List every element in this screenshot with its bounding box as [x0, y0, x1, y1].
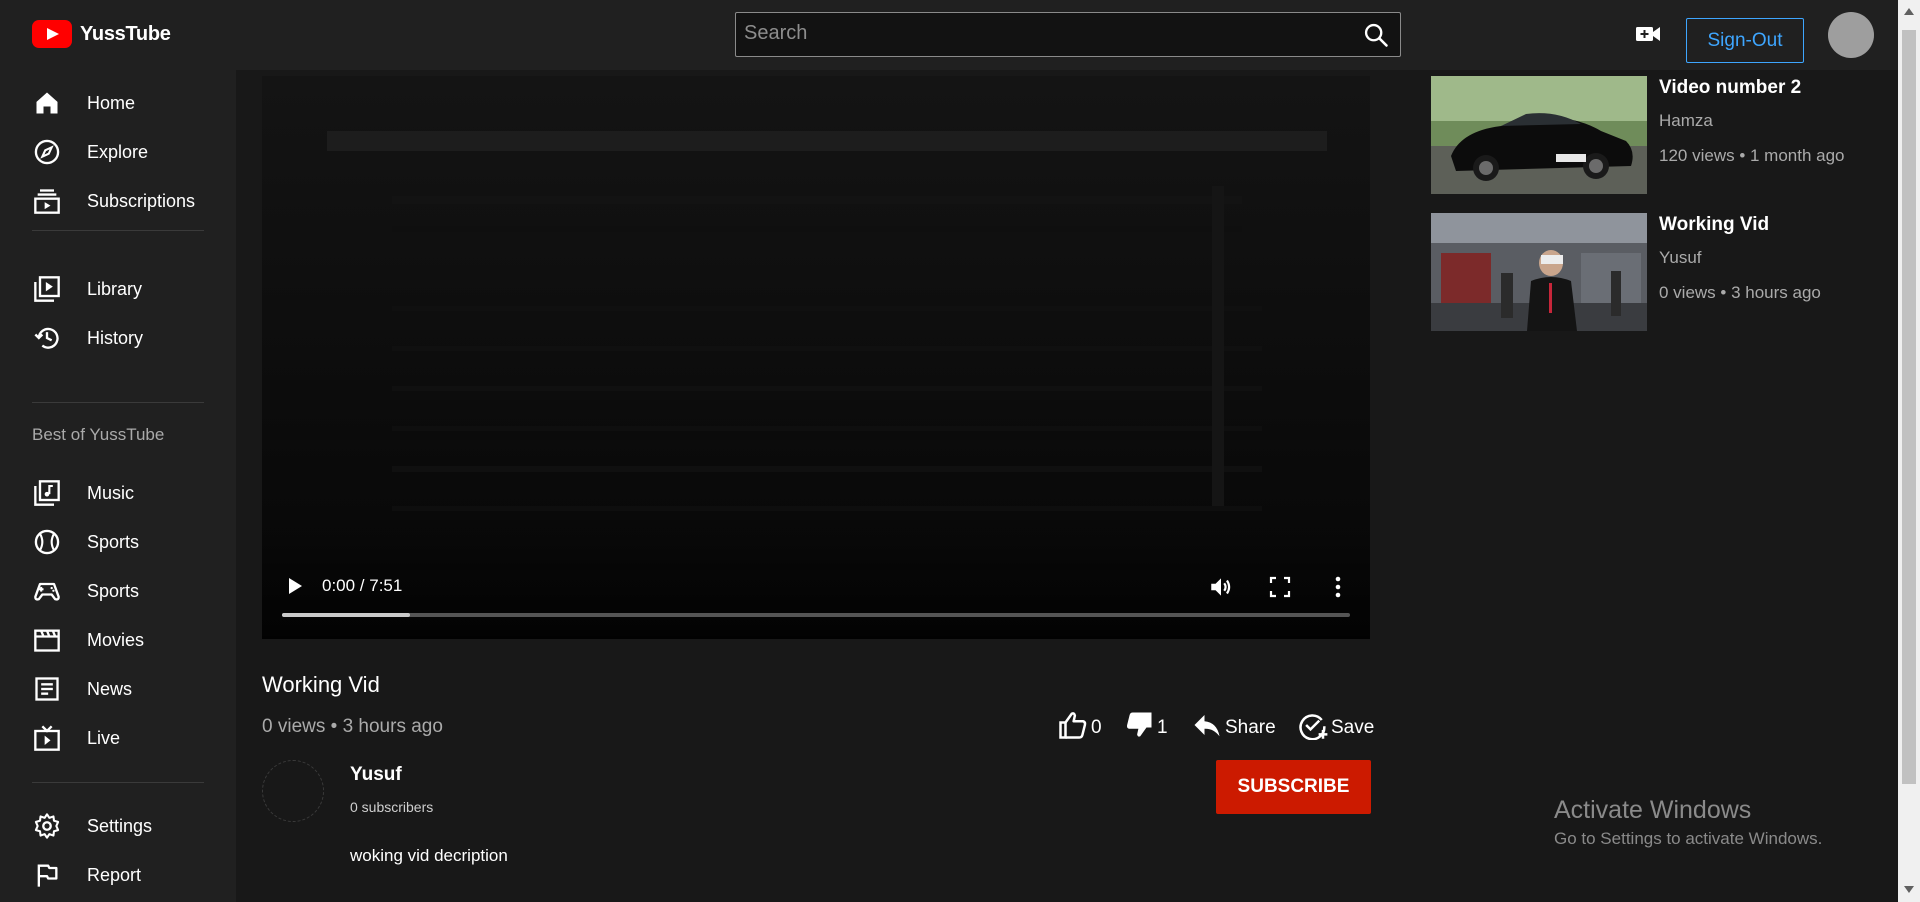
black-car-thumbnail[interactable] [1431, 76, 1647, 194]
sidebar-item-label: Home [87, 92, 136, 113]
like-count: 0 [1091, 717, 1102, 738]
sidebar-item-label: News [87, 678, 133, 699]
sidebar-item-label: Sports [87, 580, 140, 601]
thumbs-down-icon [1124, 710, 1154, 746]
sidebar-section-title: Best of YussTube [32, 425, 165, 444]
search-box [735, 12, 1401, 57]
sidebar-item-label: Report [87, 864, 142, 885]
progress-bar[interactable] [282, 613, 1350, 617]
sidebar-divider [32, 230, 204, 231]
search-input[interactable] [736, 13, 1332, 53]
share-button[interactable]: Share [1192, 710, 1276, 746]
sidebar-item-label: Live [87, 727, 121, 748]
channel-name[interactable]: Yusuf [350, 764, 402, 786]
sidebar-item-movies[interactable]: Movies [0, 618, 236, 662]
logo-text: YussTube [80, 22, 171, 45]
sidebar-divider [32, 402, 204, 403]
sidebar-item-music[interactable]: Music [0, 471, 236, 515]
top-bar: YussTube Sign-Out [0, 0, 1898, 70]
sidebar-item-label: Sports [87, 531, 140, 552]
player-controls: 0:00 / 7:51 [262, 529, 1370, 639]
sports-ball-icon [33, 528, 61, 556]
volume-icon[interactable] [1208, 574, 1234, 600]
sidebar: Home Explore Subscriptions Library Histo… [0, 70, 236, 902]
save-label: Save [1331, 717, 1375, 738]
library-icon [33, 275, 61, 303]
sidebar-item-history[interactable]: History [0, 316, 236, 360]
clapperboard-icon [33, 626, 61, 654]
sidebar-item-gaming[interactable]: Sports [0, 569, 236, 613]
dislike-button[interactable]: 1 [1124, 710, 1168, 746]
sidebar-item-label: Explore [87, 141, 149, 162]
vr-event-thumbnail[interactable] [1431, 213, 1647, 331]
recommendation-meta: 120 views • 1 month ago [1659, 146, 1845, 165]
recommendation-meta: 0 views • 3 hours ago [1659, 283, 1821, 302]
sidebar-item-label: History [87, 327, 144, 348]
sidebar-item-settings[interactable]: Settings [0, 804, 236, 848]
channel-avatar[interactable] [262, 760, 324, 822]
video-description: woking vid decription [350, 846, 508, 865]
sidebar-item-label: Music [87, 482, 135, 503]
scroll-up-arrow-icon[interactable] [1904, 8, 1914, 15]
home-icon [33, 89, 61, 117]
sidebar-item-report[interactable]: Report [0, 853, 236, 897]
subscribe-button[interactable]: SUBSCRIBE [1216, 760, 1371, 814]
sidebar-item-home[interactable]: Home [0, 81, 236, 125]
progress-fill [282, 613, 411, 617]
news-icon [33, 675, 61, 703]
fullscreen-icon[interactable] [1268, 575, 1292, 599]
logo[interactable]: YussTube [32, 20, 171, 48]
sidebar-item-label: Subscriptions [87, 190, 196, 211]
subscriber-count: 0 subscribers [350, 799, 434, 815]
sidebar-divider [32, 782, 204, 783]
sidebar-item-explore[interactable]: Explore [0, 130, 236, 174]
activate-windows-subtitle: Go to Settings to activate Windows. [1554, 829, 1823, 848]
video-title: Working Vid [262, 672, 380, 697]
dislike-count: 1 [1157, 717, 1168, 738]
sidebar-item-subscriptions[interactable]: Subscriptions [0, 179, 236, 223]
gamepad-icon [33, 577, 61, 605]
create-video-icon[interactable] [1634, 22, 1662, 46]
music-icon [33, 479, 61, 507]
recommendation-title[interactable]: Working Vid [1659, 214, 1769, 236]
search-icon[interactable] [1362, 21, 1390, 49]
play-icon[interactable] [284, 575, 306, 597]
share-icon [1192, 710, 1222, 746]
subscriptions-icon [33, 187, 61, 215]
scroll-down-arrow-icon[interactable] [1904, 886, 1914, 893]
scrollbar[interactable] [1898, 0, 1920, 902]
recommendation-channel: Yusuf [1659, 248, 1702, 267]
time-display: 0:00 / 7:51 [322, 576, 403, 595]
compass-icon [33, 138, 61, 166]
sidebar-item-label: Movies [87, 629, 145, 650]
gear-icon [33, 812, 61, 840]
recommendation-channel: Hamza [1659, 111, 1713, 130]
more-options-icon[interactable] [1328, 574, 1348, 600]
save-check-icon [1298, 710, 1328, 746]
sidebar-item-sports[interactable]: Sports [0, 520, 236, 564]
avatar[interactable] [1828, 12, 1874, 58]
scrollbar-thumb[interactable] [1902, 30, 1916, 784]
sidebar-item-library[interactable]: Library [0, 267, 236, 311]
sidebar-item-news[interactable]: News [0, 667, 236, 711]
history-icon [33, 324, 61, 352]
thumbs-up-icon [1058, 710, 1088, 746]
save-button[interactable]: Save [1298, 710, 1374, 746]
sidebar-item-label: Settings [87, 815, 153, 836]
share-label: Share [1225, 717, 1276, 738]
recommendation-card[interactable]: Working Vid Yusuf 0 views • 3 hours ago [1431, 213, 1891, 331]
live-tv-icon [33, 724, 61, 752]
activate-windows-title: Activate Windows [1554, 796, 1752, 824]
sign-out-button[interactable]: Sign-Out [1686, 18, 1804, 63]
flag-icon [33, 861, 61, 889]
recommendation-title[interactable]: Video number 2 [1659, 77, 1801, 99]
recommendation-card[interactable]: Video number 2 Hamza 120 views • 1 month… [1431, 76, 1891, 194]
play-logo-icon [32, 20, 72, 48]
video-meta: 0 views • 3 hours ago [262, 716, 443, 737]
sidebar-item-live[interactable]: Live [0, 716, 236, 760]
like-button[interactable]: 0 [1058, 710, 1102, 746]
sidebar-item-label: Library [87, 278, 143, 299]
video-player[interactable]: 0:00 / 7:51 [262, 76, 1370, 639]
